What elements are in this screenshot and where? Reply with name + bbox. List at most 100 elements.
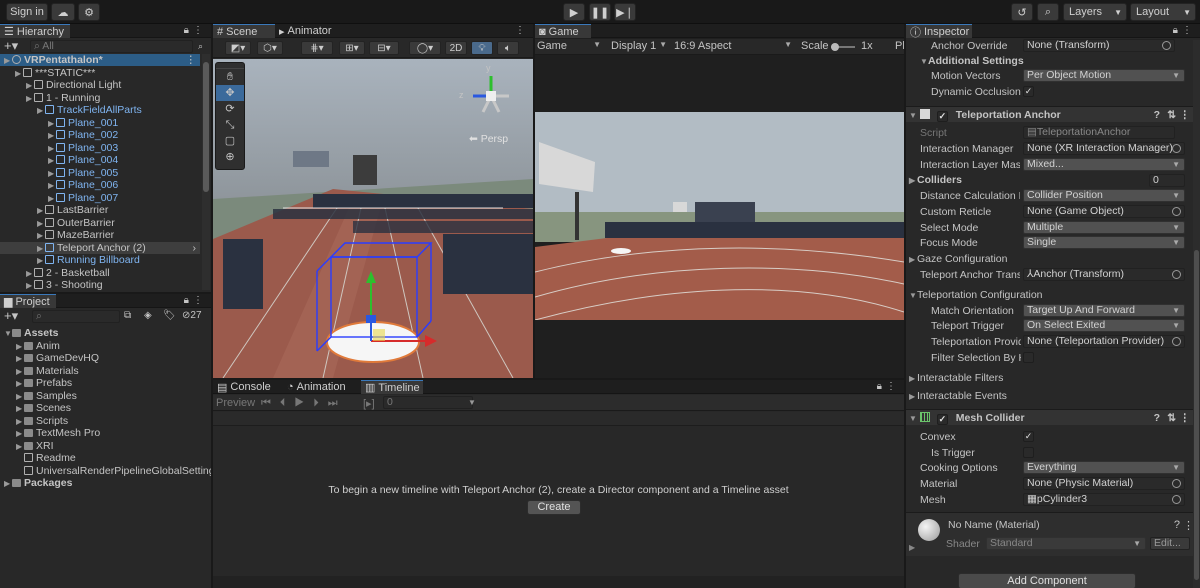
chevron-right-icon[interactable]: › (193, 242, 197, 254)
filter-selection-checkbox[interactable] (1023, 352, 1034, 363)
hierarchy-item[interactable]: ▶ 2 - Basketball (0, 267, 200, 279)
visibility-count[interactable]: ⊘27 (182, 310, 202, 321)
lock-icon[interactable]: 🔒︎ (184, 295, 189, 306)
chevron-right-icon[interactable]: ▶ (16, 366, 24, 378)
tab-project[interactable]: ▆ Project (0, 294, 56, 308)
chevron-down-icon[interactable]: ▼ (920, 57, 928, 66)
anchor-transform-field[interactable]: ⅄Anchor (Transform) (1023, 268, 1185, 281)
motion-vectors-dropdown[interactable]: Per Object Motion ▼ (1023, 69, 1185, 82)
orientation-gizmo[interactable]: y z (459, 63, 521, 126)
teleport-trigger-dropdown[interactable]: On Select Exited ▼ (1023, 319, 1185, 332)
chevron-right-icon[interactable]: ▶ (15, 68, 23, 80)
hierarchy-item[interactable]: ▶ VRPentathalon* ⋮ (0, 54, 200, 66)
audio-icon[interactable]: 🔈︎ (497, 41, 519, 55)
history-icon[interactable]: ↺ (1011, 3, 1033, 21)
tab-game[interactable]: ◙ Game (535, 24, 591, 38)
select-mode-dropdown[interactable]: Multiple ▼ (1023, 221, 1185, 234)
lock-icon[interactable]: 🔒︎ (1173, 25, 1178, 36)
chevron-right-icon[interactable]: ▶ (4, 55, 12, 67)
scale-slider[interactable] (831, 43, 855, 51)
chevron-right-icon[interactable]: ▶ (37, 218, 45, 230)
chevron-right-icon[interactable]: ▶ (48, 168, 56, 180)
project-item[interactable]: Readme (0, 452, 211, 464)
play-focused-dropdown[interactable]: Pl (895, 40, 904, 52)
material-field[interactable]: None (Physic Material) (1023, 477, 1185, 490)
mesh-field[interactable]: ▦pCylinder3 (1023, 493, 1185, 506)
project-search-input[interactable]: ⌕ (32, 310, 120, 323)
hierarchy-item[interactable]: ▶ Plane_002 (0, 129, 200, 141)
shader-dropdown[interactable]: Standard ▼ (986, 537, 1146, 550)
project-item[interactable]: ▼ Assets (0, 327, 211, 339)
object-picker-icon[interactable] (1172, 144, 1181, 153)
search-by-type-icon[interactable]: ⧉ (124, 310, 131, 321)
chevron-right-icon[interactable]: ▶ (26, 268, 34, 280)
shading-icon[interactable]: ◯▾ (409, 41, 441, 55)
component-enabled-checkbox[interactable]: ✓ (936, 111, 948, 122)
draw-mode-icon[interactable]: ◩▾ (225, 41, 251, 55)
chevron-right-icon[interactable]: ▶ (16, 341, 24, 353)
rotate-tool-icon[interactable]: ⟳ (216, 101, 244, 117)
tab-scene[interactable]: # Scene (213, 24, 275, 38)
project-item[interactable]: ▶ Materials (0, 365, 211, 377)
lighting-icon[interactable]: 💡︎ (471, 41, 493, 55)
chevron-right-icon[interactable]: ▶ (48, 143, 56, 155)
chevron-right-icon[interactable]: ▶ (16, 378, 24, 390)
preview-button[interactable]: Preview (216, 397, 255, 409)
hierarchy-item[interactable]: ▶ Directional Light (0, 79, 200, 91)
interaction-layer-dropdown[interactable]: Mixed... ▼ (1023, 158, 1185, 171)
add-icon[interactable]: +▾ (4, 309, 18, 322)
object-picker-icon[interactable] (1172, 270, 1181, 279)
layout-dropdown[interactable]: Layout ▼ (1130, 3, 1196, 21)
grid-snap-icon[interactable]: ⋕▾ (301, 41, 333, 55)
teleportation-anchor-header[interactable]: ▼ ✓ Teleportation Anchor ? ⇅ ⋮ (906, 106, 1200, 122)
interactable-filters-label[interactable]: ▶ Interactable Filters (909, 372, 1003, 384)
tab-timeline[interactable]: ▥ Timeline (361, 380, 423, 394)
snap-icon[interactable]: ⊞▾ (339, 41, 365, 55)
hierarchy-item[interactable]: ▶ Plane_003 (0, 142, 200, 154)
search-by-label-icon[interactable]: ◈ (144, 310, 152, 321)
hierarchy-item[interactable]: ▶ OuterBarrier (0, 217, 200, 229)
focus-mode-dropdown[interactable]: Single ▼ (1023, 236, 1185, 249)
more-icon[interactable]: ⋮ (193, 295, 203, 306)
chevron-right-icon[interactable]: ▶ (37, 230, 45, 242)
more-icon[interactable]: ⋮ (886, 381, 896, 392)
chevron-down-icon[interactable]: ▼ (468, 398, 476, 407)
chevron-right-icon[interactable]: ▶ (48, 193, 56, 205)
add-component-button[interactable]: Add Component (958, 573, 1136, 588)
hierarchy-item[interactable]: ▶ MazeBarrier (0, 229, 200, 241)
anchor-override-field[interactable]: None (Transform) (1023, 39, 1175, 52)
hierarchy-item[interactable]: ▶ Plane_006 (0, 179, 200, 191)
chevron-down-icon[interactable]: ▼ (909, 411, 917, 427)
tab-animator[interactable]: ▸ Animator (275, 24, 345, 38)
hierarchy-item[interactable]: ▶ 3 - Shooting (0, 279, 200, 291)
chevron-right-icon[interactable]: ▶ (16, 403, 24, 415)
chevron-right-icon[interactable]: ▶ (48, 130, 56, 142)
aspect-dropdown[interactable]: 16:9 Aspect ▼ (674, 40, 796, 54)
rect-tool-icon[interactable]: ▢ (216, 133, 244, 149)
object-picker-icon[interactable] (1172, 479, 1181, 488)
object-picker-icon[interactable] (1172, 495, 1181, 504)
hierarchy-item[interactable]: ▶ ***STATIC*** (0, 67, 200, 79)
preset-icon[interactable]: ⇅ (1167, 410, 1176, 426)
match-orientation-dropdown[interactable]: Target Up And Forward ▼ (1023, 304, 1185, 317)
chevron-right-icon[interactable]: ▶ (48, 155, 56, 167)
chevron-right-icon[interactable]: ▶ (16, 353, 24, 365)
lock-icon[interactable]: 🔒︎ (184, 25, 189, 36)
pause-button[interactable]: ❚❚ (589, 3, 611, 21)
hand-tool-icon[interactable]: ✋︎ (216, 69, 244, 85)
hierarchy-item[interactable]: ▶ Plane_005 (0, 167, 200, 179)
chevron-right-icon[interactable]: ▶ (37, 243, 45, 255)
component-enabled-checkbox[interactable]: ✓ (936, 414, 948, 425)
more-icon[interactable]: ⋮ (1180, 410, 1191, 426)
increment-snap-icon[interactable]: ⊟▾ (369, 41, 399, 55)
interaction-manager-field[interactable]: None (XR Interaction Manager) (1023, 142, 1185, 155)
hierarchy-item[interactable]: ▶ TrackFieldAllParts (0, 104, 200, 116)
scale-tool-icon[interactable]: ⤡ (216, 117, 244, 133)
transform-tool-icon[interactable]: ⊕ (216, 149, 244, 165)
hierarchy-item[interactable]: ▶ Plane_001 (0, 117, 200, 129)
tab-animation[interactable]: ◔ Animation (283, 380, 359, 394)
teleportation-provider-field[interactable]: None (Teleportation Provider) (1023, 335, 1185, 348)
is-trigger-checkbox[interactable] (1023, 447, 1034, 458)
project-item[interactable]: ▶ Anim (0, 340, 211, 352)
preset-icon[interactable]: ⇅ (1167, 107, 1176, 123)
